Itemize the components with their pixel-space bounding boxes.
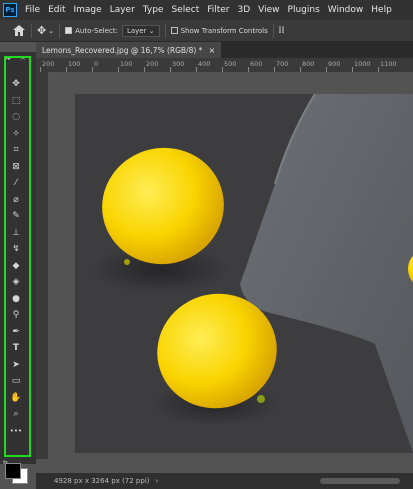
dropdown-value: Layer xyxy=(126,26,147,35)
move-tool-preset-icon[interactable]: ✥ xyxy=(37,24,46,37)
ruler-tick xyxy=(378,67,379,72)
crop-tool-icon[interactable]: ⌗ xyxy=(8,142,24,158)
ruler-tick-label: 300 xyxy=(172,60,185,68)
ruler-tick xyxy=(196,67,197,72)
pen-tool-icon[interactable]: ✒ xyxy=(8,324,24,340)
align-icons[interactable]: ⫿⫿ xyxy=(279,26,285,35)
chevron-right-icon[interactable]: › xyxy=(156,477,159,485)
eyedropper-tool-icon[interactable]: ⁄ xyxy=(8,175,24,191)
document-tab-bar: Lemons_Recovered.jpg @ 16,7% (RGB/8) * × xyxy=(36,42,413,58)
ruler-tick xyxy=(92,67,93,72)
auto-select-target-dropdown[interactable]: Layer ⌄ xyxy=(121,24,160,37)
close-icon[interactable]: × xyxy=(208,46,215,55)
ruler-tick-label: 800 xyxy=(302,60,315,68)
ruler-tick-label: 200 xyxy=(146,60,159,68)
divider xyxy=(164,23,166,38)
ruler-tick-label: 0 xyxy=(94,60,99,68)
menu-view[interactable]: View xyxy=(254,5,283,15)
eraser-tool-icon[interactable]: ◆ xyxy=(8,258,24,274)
magic-wand-tool-icon[interactable]: ✧ xyxy=(8,126,24,142)
ruler-tick xyxy=(274,67,275,72)
ruler-tick-label: 1000 xyxy=(354,60,371,68)
ruler-tick-label: 700 xyxy=(276,60,289,68)
ruler-tick-label: 200 xyxy=(42,60,55,68)
hand-tool-icon[interactable]: ✋ xyxy=(8,390,24,406)
menu-type[interactable]: Type xyxy=(139,5,168,15)
move-tool-icon[interactable]: ✥ xyxy=(8,76,24,92)
home-icon[interactable] xyxy=(12,25,26,36)
dodge-tool-icon[interactable]: ⚲ xyxy=(8,307,24,323)
menu-layer[interactable]: Layer xyxy=(106,5,139,15)
auto-select-label: Auto-Select: xyxy=(75,26,118,35)
horizontal-ruler: 200 100 0 100 200 300 400 500 600 700 800 900 1000 11… xyxy=(36,58,413,73)
ruler-tick xyxy=(352,67,353,72)
document-canvas[interactable] xyxy=(75,94,413,453)
menu-bar: Ps File Edit Image Layer Type Select Fil… xyxy=(0,0,413,20)
history-brush-tool-icon[interactable]: ↯ xyxy=(8,241,24,257)
document-size-info: 4928 px x 3264 px (72 ppi) xyxy=(54,477,150,485)
zoom-tool-icon[interactable]: ⌕ xyxy=(8,406,24,422)
document-tab-title: Lemons_Recovered.jpg @ 16,7% (RGB/8) * xyxy=(42,45,203,55)
ruler-tick-label: 100 xyxy=(120,60,133,68)
options-bar: ✥ ⌄ Auto-Select: Layer ⌄ Show Transform … xyxy=(0,20,413,42)
document-tab[interactable]: Lemons_Recovered.jpg @ 16,7% (RGB/8) * × xyxy=(36,42,222,58)
ruler-tick xyxy=(326,67,327,72)
ruler-tick-label: 1100 xyxy=(380,60,397,68)
menu-window[interactable]: Window xyxy=(324,5,368,15)
menu-plugins[interactable]: Plugins xyxy=(284,5,324,15)
ruler-tick-label: 400 xyxy=(198,60,211,68)
divider xyxy=(59,23,61,38)
ruler-tick-label: 900 xyxy=(328,60,341,68)
divider xyxy=(272,23,274,38)
photoshop-logo-icon: Ps xyxy=(3,3,17,17)
ruler-tick xyxy=(300,67,301,72)
ruler-tick xyxy=(66,67,67,72)
ruler-tick xyxy=(118,67,119,72)
brush-tool-icon[interactable]: ✎ xyxy=(8,208,24,224)
ruler-tick-label: 600 xyxy=(250,60,263,68)
show-transform-controls-label: Show Transform Controls xyxy=(180,26,268,35)
ruler-tick xyxy=(222,67,223,72)
more-tools-icon[interactable]: ••• xyxy=(8,423,24,439)
ruler-tick-label: 100 xyxy=(68,60,81,68)
menu-image[interactable]: Image xyxy=(70,5,106,15)
menu-file[interactable]: File xyxy=(21,5,44,15)
chevron-down-icon[interactable]: ⌄ xyxy=(48,27,54,35)
menu-3d[interactable]: 3D xyxy=(234,5,255,15)
frame-tool-icon[interactable]: ⊠ xyxy=(8,159,24,175)
paint-bucket-tool-icon[interactable]: ◈ xyxy=(8,274,24,290)
menu-select[interactable]: Select xyxy=(167,5,203,15)
show-transform-controls-checkbox[interactable] xyxy=(170,27,178,34)
foreground-color-swatch[interactable] xyxy=(5,463,21,479)
chevron-down-icon: ⌄ xyxy=(148,26,155,35)
ruler-tick xyxy=(144,67,145,72)
clone-stamp-tool-icon[interactable]: ⊥ xyxy=(8,225,24,241)
vertical-ruler xyxy=(36,72,49,459)
blur-tool-icon[interactable]: ● xyxy=(8,291,24,307)
lemons-photo xyxy=(75,94,413,453)
auto-select-checkbox[interactable] xyxy=(65,27,73,34)
spot-healing-tool-icon[interactable]: ⌀ xyxy=(8,192,24,208)
ruler-tick xyxy=(170,67,171,72)
marquee-tool-icon[interactable]: ⬚ xyxy=(8,93,24,109)
menu-help[interactable]: Help xyxy=(367,5,396,15)
horizontal-scrollbar[interactable] xyxy=(320,478,400,484)
divider xyxy=(31,23,32,38)
path-selection-tool-icon[interactable]: ➤ xyxy=(8,357,24,373)
rectangle-tool-icon[interactable]: ▭ xyxy=(8,373,24,389)
ruler-tick xyxy=(248,67,249,72)
lasso-tool-icon[interactable]: ◌ xyxy=(8,109,24,125)
ruler-tick-label: 500 xyxy=(224,60,237,68)
type-tool-icon[interactable]: T xyxy=(8,340,24,356)
menu-edit[interactable]: Edit xyxy=(44,5,69,15)
menu-filter[interactable]: Filter xyxy=(203,5,233,15)
